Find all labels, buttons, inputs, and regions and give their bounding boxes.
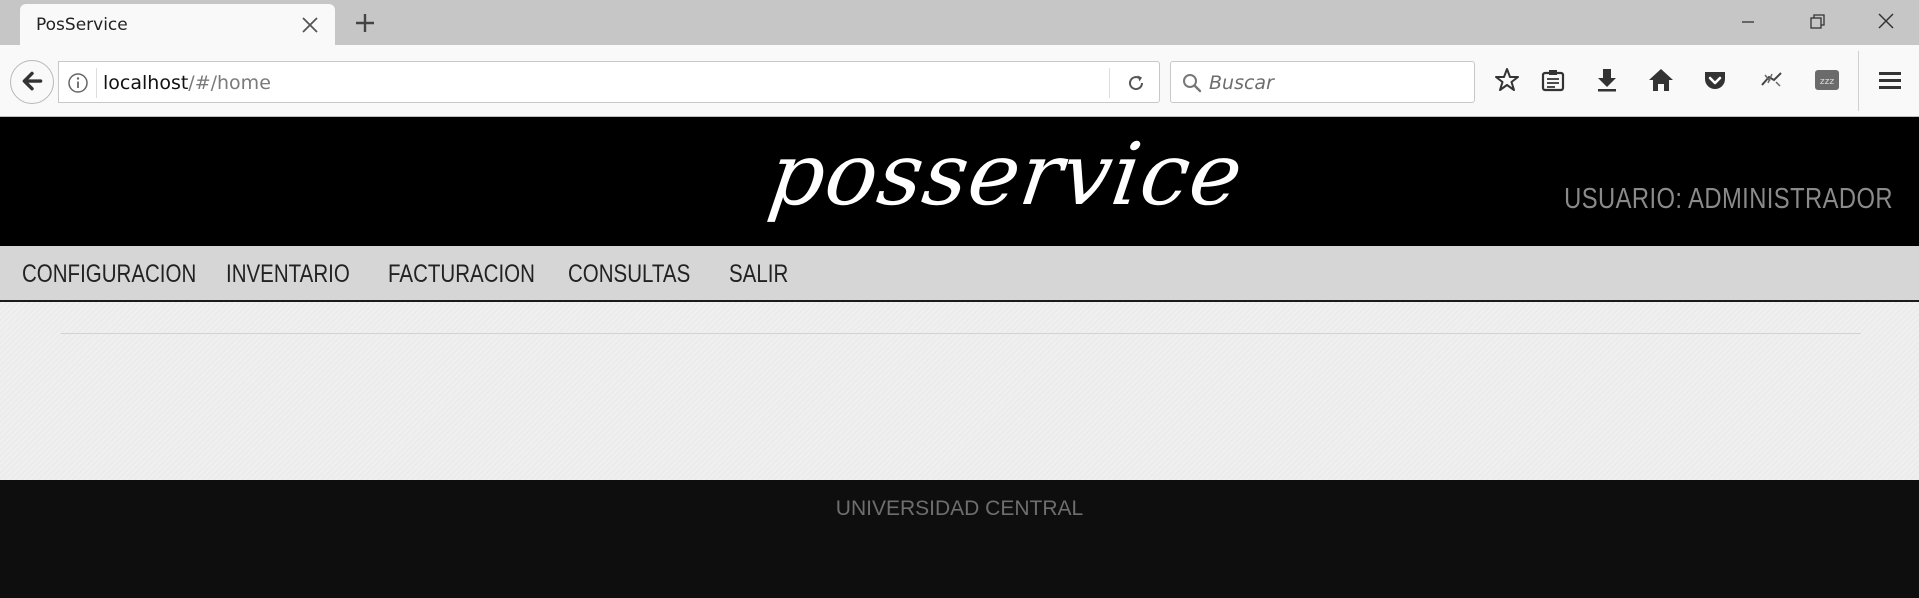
- user-label: USUARIO: ADMINISTRADOR: [1564, 183, 1893, 215]
- reading-list-icon[interactable]: [1538, 65, 1568, 95]
- menu-item-facturacion[interactable]: FACTURACION: [388, 260, 535, 289]
- minimize-icon[interactable]: [1733, 8, 1763, 36]
- horizontal-divider: [61, 333, 1861, 334]
- menu-item-salir[interactable]: SALIR: [729, 260, 788, 289]
- search-input[interactable]: [1209, 70, 1459, 96]
- tab-title: PosService: [36, 15, 128, 35]
- search-bar[interactable]: [1170, 61, 1475, 103]
- url-path: /#/home: [188, 72, 271, 94]
- back-button[interactable]: [10, 60, 54, 104]
- site-footer: UNIVERSIDAD CENTRAL: [0, 480, 1919, 598]
- tab-strip: PosService: [0, 0, 1919, 46]
- footer-text: UNIVERSIDAD CENTRAL: [835, 497, 1084, 520]
- url-separator: [96, 68, 97, 98]
- download-icon[interactable]: [1592, 65, 1622, 95]
- pocket-icon[interactable]: [1700, 65, 1730, 95]
- web-page: posservice USUARIO: ADMINISTRADOR CONFIG…: [0, 117, 1919, 598]
- navigation-toolbar: localhost/#/home zzz: [0, 45, 1919, 117]
- close-tab-icon[interactable]: [301, 16, 319, 34]
- bookmark-star-icon[interactable]: [1492, 65, 1522, 95]
- menu-item-consultas[interactable]: CONSULTAS: [568, 260, 690, 289]
- sleep-extension-icon[interactable]: zzz: [1812, 65, 1842, 95]
- browser-tab[interactable]: PosService: [20, 4, 335, 46]
- restore-icon[interactable]: [1802, 8, 1832, 36]
- reload-separator: [1109, 68, 1110, 98]
- search-icon: [1183, 74, 1202, 93]
- site-info-icon[interactable]: [67, 72, 89, 94]
- toolbar-separator: [1858, 51, 1859, 111]
- menu-item-configuracion[interactable]: CONFIGURACION: [22, 260, 196, 289]
- hamburger-menu-icon[interactable]: [1875, 65, 1905, 95]
- menu-item-inventario[interactable]: INVENTARIO: [226, 260, 350, 289]
- site-header: posservice USUARIO: ADMINISTRADOR: [0, 117, 1919, 246]
- svg-text:zzz: zzz: [1820, 77, 1834, 87]
- close-window-icon[interactable]: [1871, 8, 1901, 36]
- url-host: localhost: [103, 72, 189, 94]
- home-icon[interactable]: [1646, 65, 1676, 95]
- reload-icon[interactable]: [1125, 72, 1147, 94]
- main-menu: CONFIGURACION INVENTARIO FACTURACION CON…: [0, 246, 1919, 302]
- address-bar[interactable]: localhost/#/home: [58, 61, 1160, 103]
- main-content: [0, 302, 1919, 480]
- site-logo: posservice: [762, 125, 1250, 225]
- bug-extension-icon[interactable]: [1756, 65, 1786, 95]
- url-text[interactable]: localhost/#/home: [103, 72, 271, 94]
- back-arrow-icon: [22, 71, 43, 91]
- new-tab-icon[interactable]: [352, 10, 378, 36]
